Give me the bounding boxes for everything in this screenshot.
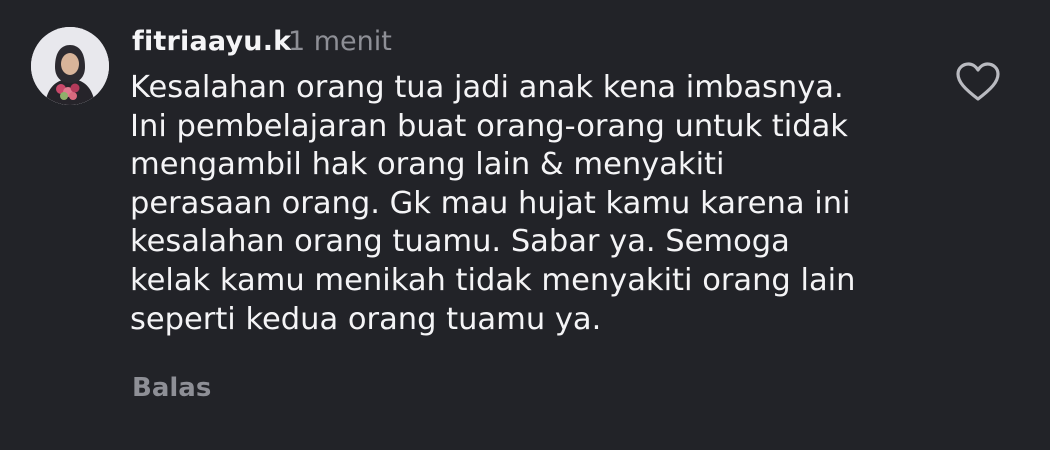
avatar-image [31,27,109,105]
avatar[interactable] [31,27,109,105]
comment-text-line: kelak kamu menikah tidak menyakiti orang… [130,262,856,298]
comment-timestamp: 1 menit [288,26,392,57]
comment-text-line: Kesalahan orang tua jadi anak kena imbas… [130,70,844,105]
comment-text-line: kesalahan orang tuamu. Sabar ya. Semoga [130,224,790,260]
username[interactable]: fitriaayu.k [132,26,291,57]
comment-text-line: mengambil hak orang lain & menyakiti [130,147,725,183]
comment-item: fitriaayu.k 1 menit Kesalahan orang tua … [0,0,1050,450]
comment-text-line: Ini pembelajaran buat orang-orang untuk … [130,108,848,144]
comment-text-line: perasaan orang. Gk mau hujat kamu karena… [130,185,851,221]
heart-outline-icon [956,62,1000,101]
comment-text-line: seperti kedua orang tuamu ya. [130,301,602,337]
comment-text: Kesalahan orang tua jadi anak kena imbas… [130,69,920,339]
reply-button[interactable]: Balas [132,373,211,403]
like-button[interactable] [955,61,1001,103]
